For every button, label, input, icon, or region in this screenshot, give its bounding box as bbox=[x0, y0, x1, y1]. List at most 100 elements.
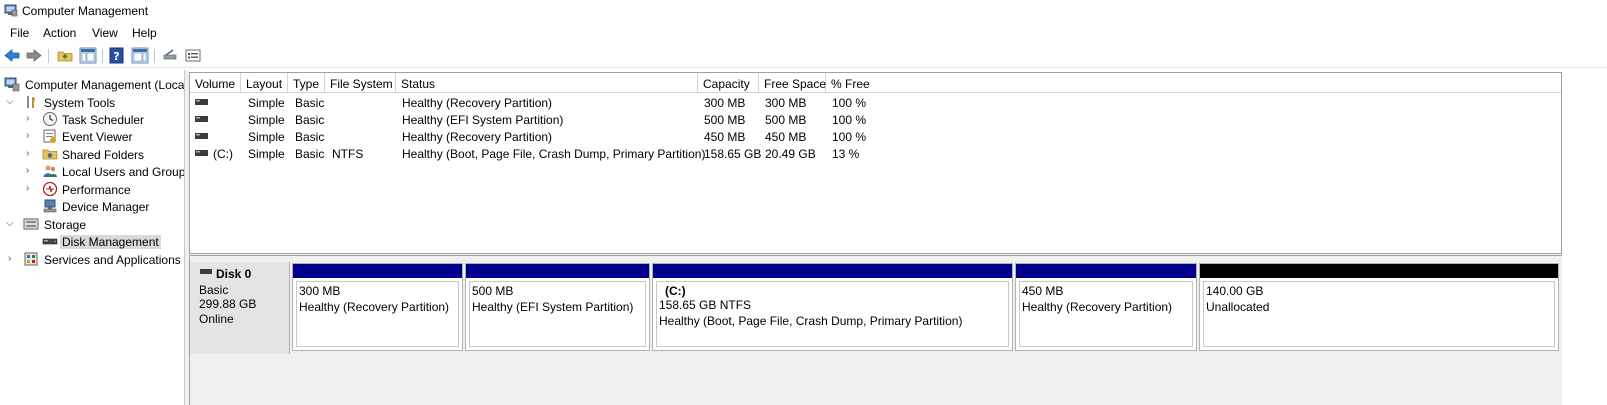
partition-size: 300 MB bbox=[299, 284, 341, 298]
chevron-down-icon[interactable]: ⌵ bbox=[6, 218, 16, 230]
back-arrow-icon[interactable] bbox=[3, 47, 21, 64]
volume-icon bbox=[195, 133, 208, 139]
partition-c-drive[interactable]: (C:) 158.65 GB NTFS Healthy (Boot, Page … bbox=[652, 263, 1013, 351]
cell-status: Healthy (Boot, Page File, Crash Dump, Pr… bbox=[402, 147, 706, 161]
tree-item-label: Task Scheduler bbox=[62, 113, 145, 127]
chevron-down-icon[interactable]: ⌵ bbox=[6, 96, 16, 108]
partition-efi-system[interactable]: 500 MB Healthy (EFI System Partition) bbox=[465, 263, 650, 351]
partition-unallocated[interactable]: 140.00 GB Unallocated bbox=[1199, 263, 1559, 351]
window-title: Computer Management bbox=[22, 4, 149, 18]
cell-status: Healthy (Recovery Partition) bbox=[402, 96, 553, 110]
column-header-type[interactable]: Type bbox=[288, 73, 325, 93]
clock-icon bbox=[43, 112, 57, 126]
cell-layout: Simple bbox=[248, 130, 285, 144]
column-header-file-system[interactable]: File System bbox=[325, 73, 396, 93]
action-pane-edge bbox=[1562, 70, 1607, 405]
menu-file[interactable]: File bbox=[10, 26, 29, 40]
menu-help[interactable]: Help bbox=[132, 26, 157, 40]
cell-status: Healthy (EFI System Partition) bbox=[402, 113, 564, 127]
chevron-right-icon[interactable]: › bbox=[26, 148, 36, 160]
tree-item-label: Shared Folders bbox=[62, 148, 145, 162]
primary-partition-bar bbox=[293, 264, 462, 278]
help-icon[interactable]: ? bbox=[108, 47, 126, 64]
cell-capacity: 500 MB bbox=[704, 113, 746, 127]
show-hide-console-tree-icon[interactable] bbox=[79, 47, 97, 64]
partition-size: 450 MB bbox=[1022, 284, 1064, 298]
title-bar: Computer Management bbox=[0, 0, 1607, 22]
tree-item-label: Storage bbox=[44, 218, 87, 232]
cell-layout: Simple bbox=[248, 113, 285, 127]
cell-layout: Simple bbox=[248, 147, 285, 161]
partition-status: Healthy (EFI System Partition) bbox=[472, 300, 634, 314]
partition-size: 158.65 GB NTFS bbox=[659, 298, 752, 312]
table-row[interactable]: Simple Basic Healthy (Recovery Partition… bbox=[190, 128, 1561, 145]
tree-item-label: Local Users and Groups bbox=[62, 165, 185, 179]
disk-size: 299.88 GB bbox=[199, 297, 257, 311]
column-header-percent-free[interactable]: % Free bbox=[826, 73, 1561, 93]
services-icon bbox=[24, 252, 38, 266]
svg-text:?: ? bbox=[113, 50, 119, 63]
tree-item-label: Event Viewer bbox=[62, 130, 133, 144]
disk-icon bbox=[200, 269, 212, 274]
unallocated-bar bbox=[1200, 264, 1558, 278]
forward-arrow-icon[interactable] bbox=[25, 47, 43, 64]
column-header-free-space[interactable]: Free Space bbox=[759, 73, 826, 93]
menu-view[interactable]: View bbox=[92, 26, 118, 40]
chevron-right-icon[interactable]: › bbox=[8, 253, 18, 265]
show-hide-action-pane-icon[interactable] bbox=[131, 47, 149, 64]
cell-type: Basic bbox=[295, 113, 325, 127]
table-row[interactable]: Simple Basic Healthy (EFI System Partiti… bbox=[190, 111, 1561, 128]
disk-type: Basic bbox=[199, 283, 229, 297]
connect-key-icon[interactable] bbox=[161, 47, 179, 64]
cell-volume: (C:) bbox=[213, 147, 233, 161]
console-tree: Computer Management (Local ⌵ System Tool… bbox=[0, 70, 185, 405]
tree-item-label: System Tools bbox=[44, 96, 116, 110]
disk-0-label[interactable]: Disk 0 Basic 299.88 GB Online bbox=[190, 262, 290, 354]
performance-icon bbox=[42, 181, 58, 197]
volume-list-header: Volume Layout Type File System Status Ca… bbox=[190, 73, 1561, 93]
tools-icon bbox=[27, 96, 36, 108]
computer-management-icon bbox=[4, 77, 20, 92]
partition-recovery-2[interactable]: 450 MB Healthy (Recovery Partition) bbox=[1015, 263, 1197, 351]
cell-capacity: 450 MB bbox=[704, 130, 746, 144]
menu-bar: File Action View Help bbox=[0, 22, 1607, 43]
partition-size: 140.00 GB bbox=[1206, 284, 1264, 298]
partition-status: Unallocated bbox=[1206, 300, 1270, 314]
table-row[interactable]: (C:) Simple Basic NTFS Healthy (Boot, Pa… bbox=[190, 145, 1561, 162]
partition-status: Healthy (Recovery Partition) bbox=[299, 300, 450, 314]
chevron-right-icon[interactable]: › bbox=[26, 130, 36, 142]
column-header-layout[interactable]: Layout bbox=[241, 73, 288, 93]
chevron-right-icon[interactable]: › bbox=[26, 183, 36, 195]
cell-free-space: 450 MB bbox=[765, 130, 807, 144]
properties-icon[interactable] bbox=[184, 47, 202, 64]
tree-item-label: Services and Applications bbox=[44, 253, 181, 267]
column-header-volume[interactable]: Volume bbox=[190, 73, 241, 93]
partition-name: (C:) bbox=[665, 284, 686, 298]
table-row[interactable]: Simple Basic Healthy (Recovery Partition… bbox=[190, 94, 1561, 111]
partition-size: 500 MB bbox=[472, 284, 514, 298]
cell-capacity: 300 MB bbox=[704, 96, 746, 110]
partition-status: Healthy (Boot, Page File, Crash Dump, Pr… bbox=[659, 314, 963, 328]
cell-percent-free: 100 % bbox=[832, 96, 867, 110]
storage-icon bbox=[23, 218, 39, 230]
volume-icon bbox=[195, 150, 208, 156]
disk-name: Disk 0 bbox=[216, 267, 252, 281]
disk-state: Online bbox=[199, 312, 234, 326]
column-header-capacity[interactable]: Capacity bbox=[698, 73, 759, 93]
toolbar: ? bbox=[0, 44, 1607, 68]
cell-status: Healthy (Recovery Partition) bbox=[402, 130, 553, 144]
cell-percent-free: 100 % bbox=[832, 113, 867, 127]
up-folder-icon[interactable] bbox=[56, 47, 74, 64]
disk-icon bbox=[42, 238, 58, 245]
menu-action[interactable]: Action bbox=[43, 26, 76, 40]
volume-icon bbox=[195, 116, 208, 122]
chevron-right-icon[interactable]: › bbox=[26, 113, 36, 125]
cell-percent-free: 100 % bbox=[832, 130, 867, 144]
cell-type: Basic bbox=[295, 130, 325, 144]
cell-percent-free: 13 % bbox=[832, 147, 860, 161]
tree-item-label: Disk Management bbox=[60, 235, 161, 249]
column-header-status[interactable]: Status bbox=[396, 73, 698, 93]
tree-item-label: Device Manager bbox=[62, 200, 150, 214]
chevron-right-icon[interactable]: › bbox=[26, 165, 36, 177]
partition-recovery-1[interactable]: 300 MB Healthy (Recovery Partition) bbox=[292, 263, 463, 351]
